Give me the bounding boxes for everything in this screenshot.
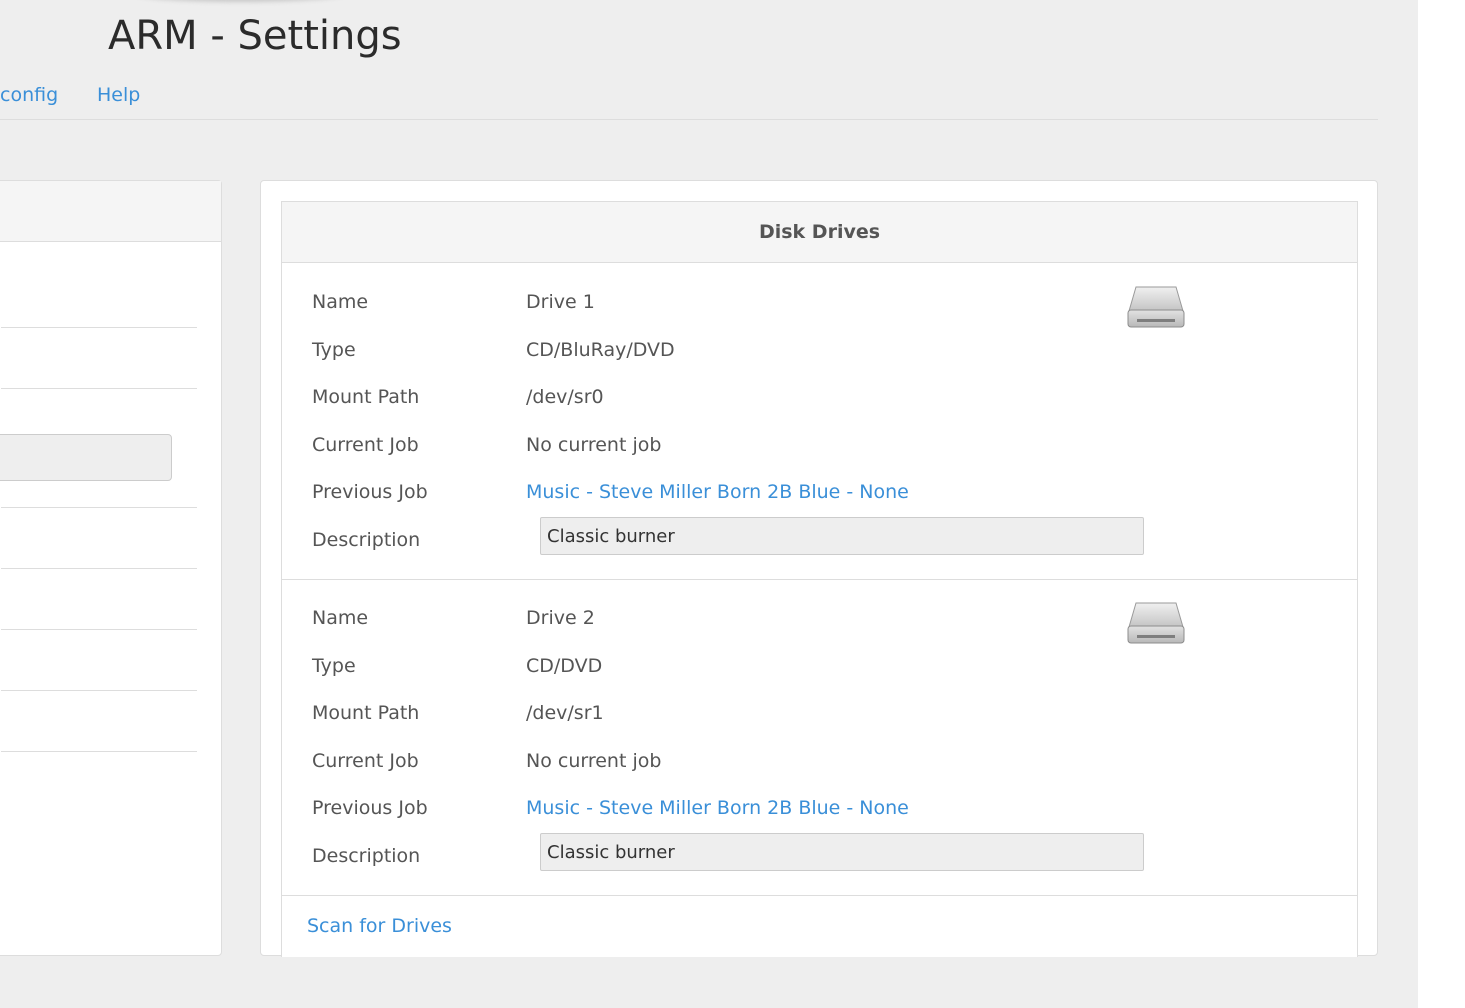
drive-item: Name Drive 2 Type CD/DVD Mount Path /dev… xyxy=(282,579,1357,895)
optical-drive-icon xyxy=(1127,602,1185,644)
drive-type-label: Type xyxy=(312,655,356,677)
drive-description-input[interactable] xyxy=(540,517,1144,555)
drive-previous-job-label: Previous Job xyxy=(312,481,428,503)
drive-name-label: Name xyxy=(312,607,369,629)
drive-mount-path-value: /dev/sr0 xyxy=(526,386,604,408)
disk-drives-heading: Disk Drives xyxy=(282,202,1357,263)
footer-divider xyxy=(282,895,1357,896)
drive-name-value: Drive 1 xyxy=(526,291,595,313)
drive-type-value: CD/DVD xyxy=(526,655,603,677)
drive-mount-path-label: Mount Path xyxy=(312,386,420,408)
left-panel-row-divider xyxy=(1,388,197,389)
drive-type-label: Type xyxy=(312,339,356,361)
left-panel-row-divider xyxy=(1,751,197,752)
left-panel-input[interactable] xyxy=(0,434,172,481)
drive-item: Name Drive 1 Type CD/BluRay/DVD Mount Pa… xyxy=(282,263,1357,579)
drive-current-job-label: Current Job xyxy=(312,434,419,456)
drive-previous-job-label: Previous Job xyxy=(312,797,428,819)
left-panel-row-divider xyxy=(1,507,197,508)
left-panel-row-divider xyxy=(1,327,197,328)
left-panel-row-divider xyxy=(1,568,197,569)
drive-mount-path-label: Mount Path xyxy=(312,702,420,724)
page-title: ARM - Settings xyxy=(108,13,402,59)
left-settings-panel xyxy=(0,180,222,956)
drive-previous-job-link[interactable]: Music - Steve Miller Born 2B Blue - None xyxy=(526,479,909,505)
nav-item-help[interactable]: Help xyxy=(97,80,140,110)
optical-drive-icon xyxy=(1127,286,1185,328)
drive-description-label: Description xyxy=(312,529,421,551)
drive-current-job-value: No current job xyxy=(526,434,662,456)
scan-for-drives-link[interactable]: Scan for Drives xyxy=(307,912,452,940)
nav-divider xyxy=(0,119,1378,120)
drive-description-label: Description xyxy=(312,845,421,867)
left-panel-header xyxy=(0,181,221,242)
drive-current-job-label: Current Job xyxy=(312,750,419,772)
drive-name-label: Name xyxy=(312,291,369,313)
drive-type-value: CD/BluRay/DVD xyxy=(526,339,675,361)
drive-current-job-value: No current job xyxy=(526,750,662,772)
drive-mount-path-value: /dev/sr1 xyxy=(526,702,604,724)
nav-item-config[interactable]: config xyxy=(0,80,58,110)
drive-description-input[interactable] xyxy=(540,833,1144,871)
left-panel-row-divider xyxy=(1,690,197,691)
left-panel-row-divider xyxy=(1,629,197,630)
drive-name-value: Drive 2 xyxy=(526,607,595,629)
disk-drives-card: Disk Drives Name Drive 1 Type CD/BluRay/… xyxy=(281,201,1358,957)
drive-previous-job-link[interactable]: Music - Steve Miller Born 2B Blue - None xyxy=(526,795,909,821)
main-panel: Disk Drives Name Drive 1 Type CD/BluRay/… xyxy=(260,180,1378,957)
